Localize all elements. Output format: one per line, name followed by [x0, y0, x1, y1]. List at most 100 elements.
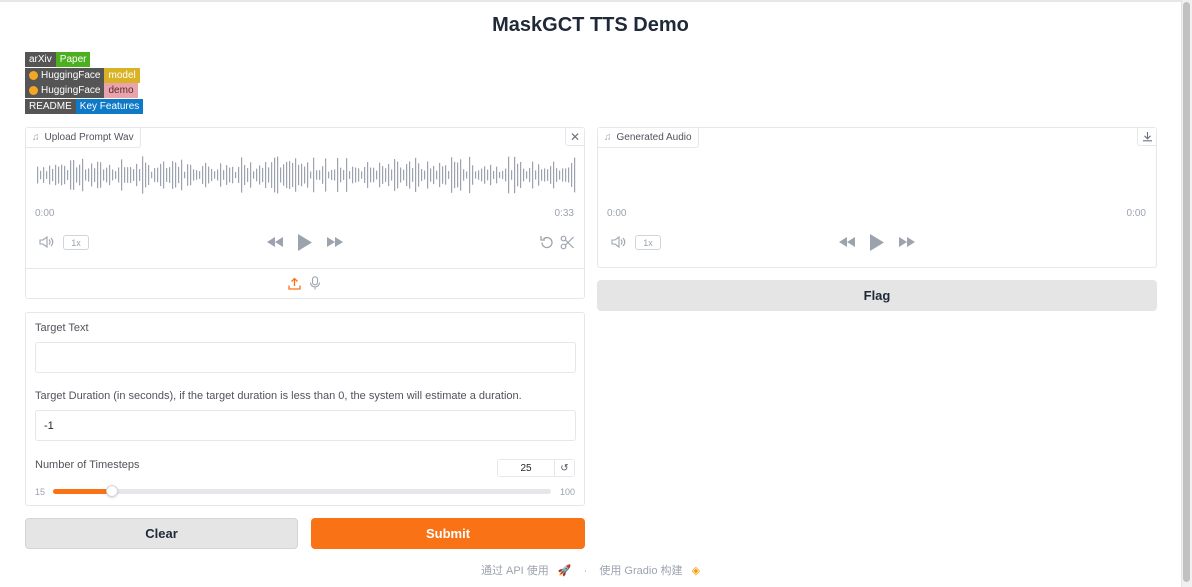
waveform-bar: [268, 167, 270, 183]
waveform-bar: [238, 167, 240, 183]
waveform-bar: [574, 157, 576, 193]
waveform-bar: [373, 167, 375, 183]
waveform-bar: [301, 163, 303, 187]
timesteps-slider-fill: [53, 489, 112, 494]
waveform-bar: [121, 159, 123, 191]
waveform-bar: [163, 161, 165, 189]
waveform-bar: [295, 158, 297, 192]
rocket-icon: 🚀: [557, 565, 572, 577]
prompt-waveform[interactable]: [36, 154, 576, 196]
waveform-bar: [58, 166, 60, 184]
badge-right-label: demo: [104, 83, 138, 98]
waveform-bar: [364, 166, 366, 184]
waveform-bar: [322, 166, 324, 184]
waveform-bar: [115, 171, 117, 179]
waveform-bar: [286, 161, 288, 189]
badge-arxiv-paper[interactable]: arXiv Paper: [25, 52, 143, 67]
waveform-bar: [208, 166, 210, 184]
playback-rate-button[interactable]: 1x: [635, 235, 661, 250]
waveform-bar: [94, 168, 96, 182]
waveform-bar: [241, 157, 243, 193]
play-icon[interactable]: [295, 232, 315, 252]
waveform-bar: [133, 169, 135, 181]
api-link[interactable]: 通过 API 使用 🚀: [478, 565, 575, 577]
close-icon[interactable]: ✕: [565, 128, 584, 146]
waveform-bar: [292, 162, 294, 188]
badge-list: arXiv Paper HuggingFace model HuggingFac…: [25, 52, 144, 114]
waveform-bar: [307, 162, 309, 188]
upload-icon[interactable]: [286, 275, 302, 291]
waveform-bar: [196, 170, 198, 180]
volume-icon[interactable]: [610, 234, 628, 250]
waveform-bar: [109, 164, 111, 186]
play-icon[interactable]: [867, 232, 887, 252]
timesteps-slider-thumb[interactable]: [105, 485, 118, 497]
target-duration-input[interactable]: -1: [35, 410, 576, 441]
download-icon[interactable]: [1137, 128, 1156, 146]
scrollbar[interactable]: [1181, 0, 1192, 587]
waveform-bar: [472, 165, 474, 185]
waveform-bar: [160, 163, 162, 187]
waveform-bar: [442, 166, 444, 184]
scrollbar-thumb[interactable]: [1183, 2, 1190, 582]
waveform-bar: [463, 169, 465, 181]
undo-icon[interactable]: [537, 233, 555, 251]
waveform-bar: [52, 168, 54, 182]
submit-button[interactable]: Submit: [311, 518, 585, 549]
waveform-bar: [310, 171, 312, 179]
prompt-audio-label: ♫ Upload Prompt Wav: [26, 128, 141, 148]
reset-icon[interactable]: ↺: [555, 459, 575, 477]
generated-audio-panel: ♫ Generated Audio 0:00 0:00 1x: [597, 127, 1157, 268]
skip-backward-icon[interactable]: [265, 234, 285, 250]
waveform-bar: [436, 170, 438, 180]
waveform-bar: [379, 162, 381, 188]
clear-button[interactable]: Clear: [25, 518, 298, 549]
waveform-bar: [211, 168, 213, 182]
timesteps-number-input[interactable]: 25: [497, 459, 555, 477]
footer: 通过 API 使用 🚀 · 使用 Gradio 构建 ◈: [0, 562, 1181, 578]
waveform-bar: [151, 171, 153, 179]
waveform-bar: [106, 167, 108, 183]
waveform-bar: [130, 167, 132, 183]
playback-rate-button[interactable]: 1x: [63, 235, 89, 250]
waveform-bar: [421, 168, 423, 182]
waveform-bar: [502, 170, 504, 180]
skip-forward-icon[interactable]: [897, 234, 917, 250]
divider: [26, 268, 584, 269]
waveform-bar: [562, 168, 564, 182]
scissors-icon[interactable]: [558, 233, 576, 251]
waveform-bar: [169, 167, 171, 183]
slider-min-label: 15: [35, 487, 46, 497]
waveform-bar: [460, 159, 462, 191]
waveform-bar: [127, 167, 129, 183]
skip-forward-icon[interactable]: [325, 234, 345, 250]
waveform-bar: [355, 167, 357, 183]
timesteps-slider-track[interactable]: [53, 489, 551, 494]
target-text-label: Target Text: [35, 322, 89, 334]
skip-backward-icon[interactable]: [837, 234, 857, 250]
waveform-bar: [280, 167, 282, 183]
waveform-bar: [124, 167, 126, 183]
badge-huggingface-model[interactable]: HuggingFace model: [25, 67, 143, 83]
target-text-input[interactable]: [35, 342, 576, 373]
waveform-bar: [565, 168, 567, 182]
waveform-bar: [184, 171, 186, 179]
badge-readme-features[interactable]: README Key Features: [25, 98, 144, 114]
badge-left-label: HuggingFace: [41, 85, 101, 96]
badge-huggingface-demo[interactable]: HuggingFace demo: [25, 83, 143, 98]
gradio-link[interactable]: 使用 Gradio 构建 ◈: [596, 565, 703, 577]
top-border: [0, 0, 1192, 2]
waveform-bar: [145, 162, 147, 188]
waveform-bar: [361, 171, 363, 179]
gradio-logo-icon: ◈: [691, 565, 701, 577]
microphone-icon[interactable]: [307, 275, 323, 291]
flag-button[interactable]: Flag: [597, 280, 1157, 311]
waveform-bar: [91, 163, 93, 187]
waveform-bar: [331, 169, 333, 181]
waveform-bar: [571, 163, 573, 187]
waveform-bar: [235, 171, 237, 179]
waveform-bar: [199, 171, 201, 179]
waveform-bar: [298, 164, 300, 186]
waveform-bar: [229, 167, 231, 183]
volume-icon[interactable]: [38, 234, 56, 250]
